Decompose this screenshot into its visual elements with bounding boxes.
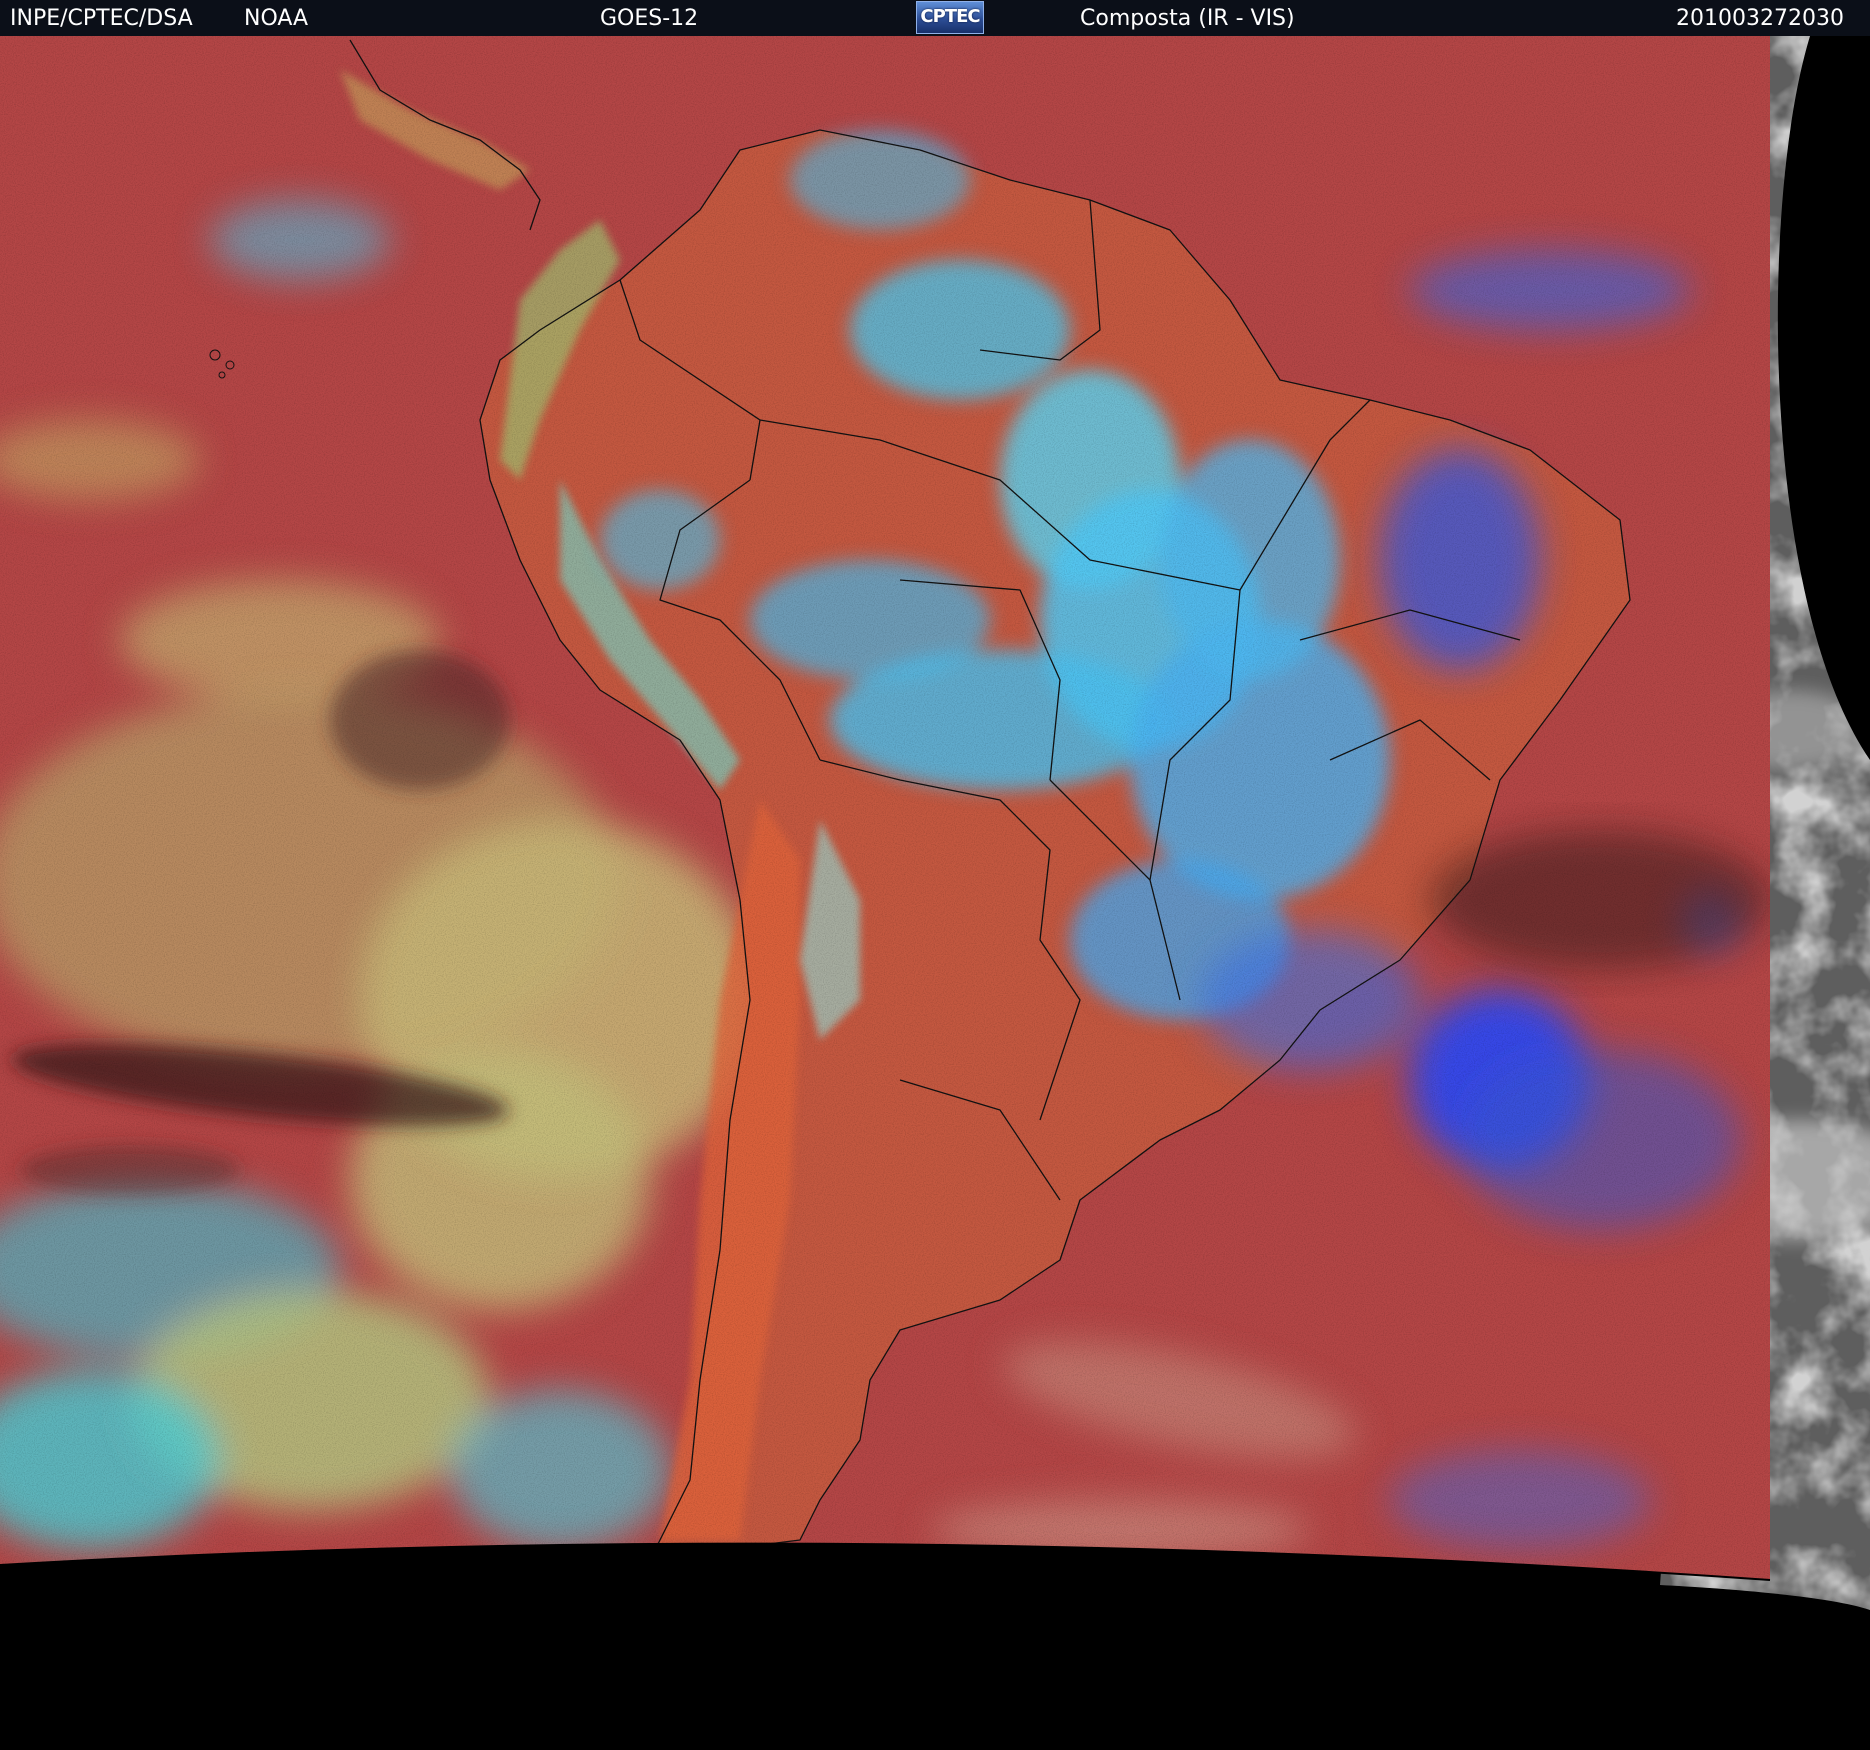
satellite-image-frame: INPE/CPTEC/DSA NOAA GOES-12 CPTEC Compos… [0,0,1870,1750]
satellite-composite-image [0,36,1870,1750]
image-grain-texture [0,36,1770,1580]
product-label: Composta (IR - VIS) [1080,6,1295,31]
timestamp-label: 201003272030 [1676,6,1844,31]
composite-ir-vis-region [0,36,1770,1580]
agency-label: INPE/CPTEC/DSA [10,6,193,31]
provider-label: NOAA [244,6,309,31]
image-header-bar: INPE/CPTEC/DSA NOAA GOES-12 CPTEC Compos… [0,0,1870,36]
satellite-label: GOES-12 [600,6,699,31]
cptec-logo: CPTEC [916,1,984,34]
cptec-logo-text: CPTEC [920,6,980,27]
